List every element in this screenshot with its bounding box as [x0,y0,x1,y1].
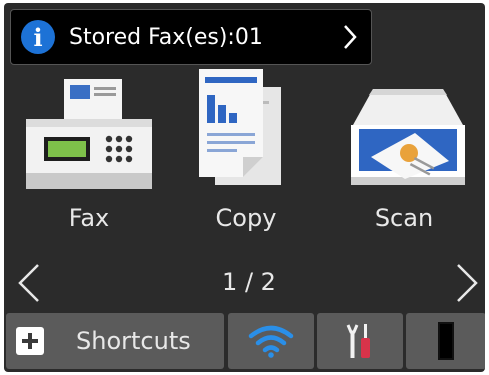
wifi-icon [248,325,294,358]
notification-text: Stored Fax(es):01 [69,24,263,50]
copy-label: Copy [215,204,277,232]
scan-label: Scan [374,204,434,232]
ink-level-button[interactable] [406,313,485,369]
scanner-icon [351,89,465,185]
fax-button[interactable]: Fax [14,61,164,251]
chevron-right-icon [344,25,357,49]
copy-documents-icon [199,69,281,185]
page-indicator: 1 / 2 [222,268,276,296]
stored-fax-notification[interactable]: i Stored Fax(es):01 [10,9,372,65]
scan-button[interactable]: Scan [329,61,479,251]
plus-icon [16,327,44,355]
fax-label: Fax [68,204,110,232]
ink-level-icon [438,322,454,360]
touchscreen: i Stored Fax(es):01 Fax Copy Scan 1 / 2 … [4,3,485,372]
tools-icon [346,324,370,358]
wifi-button[interactable] [228,313,314,369]
chevron-left-icon[interactable] [16,263,42,303]
info-icon: i [21,20,55,54]
shortcuts-label: Shortcuts [76,327,191,355]
fax-machine-icon [26,79,152,189]
copy-button[interactable]: Copy [171,61,321,251]
tools-settings-button[interactable] [317,313,403,369]
chevron-right-icon[interactable] [454,263,480,303]
shortcuts-button[interactable]: Shortcuts [6,313,224,369]
